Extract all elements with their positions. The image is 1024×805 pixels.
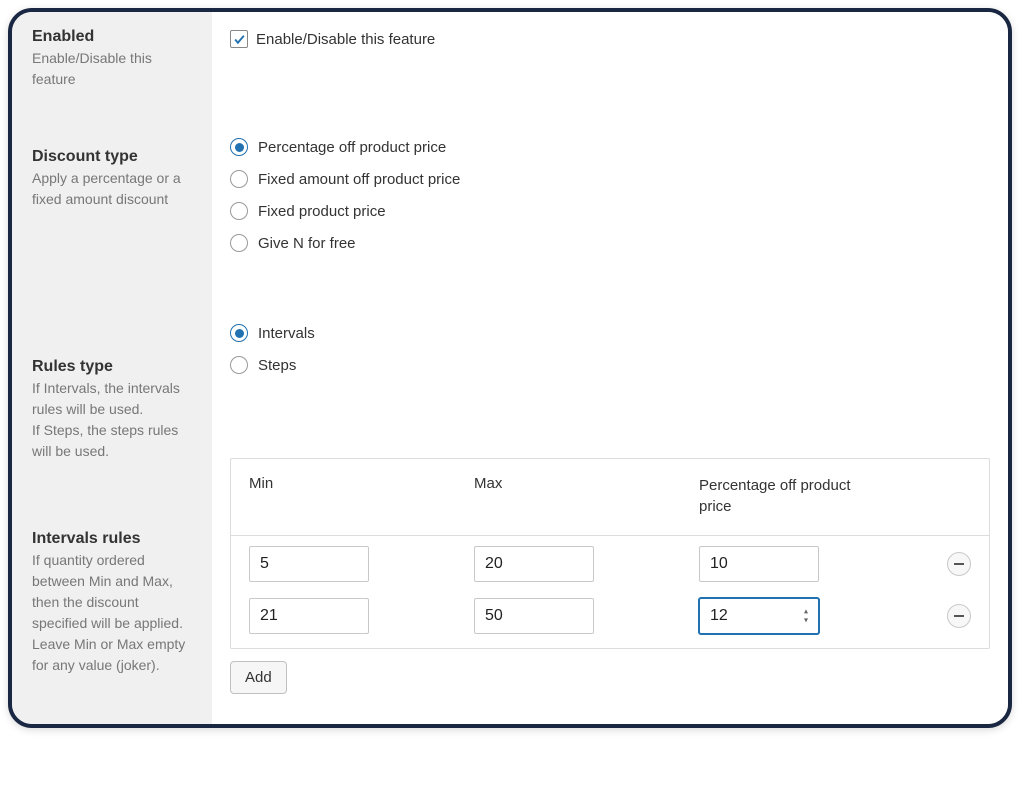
sidebar-section-rules: Rules type If Intervals, the intervals r…: [32, 358, 194, 506]
add-row-button[interactable]: Add: [230, 661, 287, 694]
enabled-row: Enable/Disable this feature: [230, 28, 990, 124]
discount-option-percentage[interactable]: Percentage off product price: [230, 138, 990, 156]
radio-label: Intervals: [258, 325, 315, 342]
table-row: [231, 536, 989, 592]
sidebar-title-enabled: Enabled: [32, 28, 194, 46]
sidebar-title-rules: Rules type: [32, 358, 194, 376]
sidebar-desc-rules: If Intervals, the intervals rules will b…: [32, 378, 194, 462]
sidebar-desc-enabled: Enable/Disable this feature: [32, 48, 194, 90]
radio-label: Steps: [258, 357, 296, 374]
max-input[interactable]: [474, 598, 594, 634]
discount-input[interactable]: [699, 546, 819, 582]
radio-label: Percentage off product price: [258, 139, 446, 156]
sidebar-section-discount: Discount type Apply a percentage or a fi…: [32, 148, 194, 334]
remove-row-button[interactable]: [947, 604, 971, 628]
number-spinner[interactable]: ▴ ▾: [801, 608, 813, 625]
stepper-down-icon[interactable]: ▾: [801, 617, 811, 625]
radio-icon: [230, 202, 248, 220]
radio-label: Give N for free: [258, 235, 356, 252]
stepper-up-icon[interactable]: ▴: [801, 608, 811, 616]
sidebar-section-intervals: Intervals rules If quantity ordered betw…: [32, 530, 194, 676]
header-actions: [931, 475, 971, 517]
enabled-checkbox[interactable]: [230, 30, 248, 48]
discount-option-fixed-amount[interactable]: Fixed amount off product price: [230, 170, 990, 188]
radio-icon: [230, 170, 248, 188]
discount-type-radio-group: Percentage off product price Fixed amoun…: [230, 138, 990, 252]
radio-icon: [230, 234, 248, 252]
minus-icon: [954, 563, 964, 565]
radio-icon: [230, 138, 248, 156]
remove-row-button[interactable]: [947, 552, 971, 576]
minus-icon: [954, 615, 964, 617]
intervals-table-header: Min Max Percentage off product price: [231, 459, 989, 536]
radio-label: Fixed amount off product price: [258, 171, 460, 188]
min-input[interactable]: [249, 546, 369, 582]
content-area: Enable/Disable this feature Percentage o…: [212, 12, 1008, 724]
sidebar-section-enabled: Enabled Enable/Disable this feature: [32, 28, 194, 124]
check-icon: [233, 33, 246, 46]
sidebar-title-discount: Discount type: [32, 148, 194, 166]
enabled-checkbox-label: Enable/Disable this feature: [256, 31, 435, 48]
discount-type-row: Percentage off product price Fixed amoun…: [230, 124, 990, 310]
header-min: Min: [249, 475, 474, 517]
radio-icon: [230, 324, 248, 342]
intervals-table: Min Max Percentage off product price: [230, 458, 990, 649]
table-row: ▴ ▾: [231, 592, 989, 648]
sidebar-title-intervals: Intervals rules: [32, 530, 194, 548]
header-discount: Percentage off product price: [699, 475, 931, 517]
discount-option-give-n-free[interactable]: Give N for free: [230, 234, 990, 252]
rules-type-radio-group: Intervals Steps: [230, 324, 990, 374]
sidebar-desc-discount: Apply a percentage or a fixed amount dis…: [32, 168, 194, 210]
header-max: Max: [474, 475, 699, 517]
min-input[interactable]: [249, 598, 369, 634]
rules-type-row: Intervals Steps: [230, 310, 990, 458]
enabled-checkbox-line[interactable]: Enable/Disable this feature: [230, 30, 990, 48]
rules-option-intervals[interactable]: Intervals: [230, 324, 990, 342]
intervals-rules-row: Min Max Percentage off product price: [230, 458, 990, 694]
settings-panel: Enabled Enable/Disable this feature Disc…: [8, 8, 1012, 728]
max-input[interactable]: [474, 546, 594, 582]
discount-option-fixed-price[interactable]: Fixed product price: [230, 202, 990, 220]
sidebar-desc-intervals: If quantity ordered between Min and Max,…: [32, 550, 194, 676]
radio-label: Fixed product price: [258, 203, 386, 220]
rules-option-steps[interactable]: Steps: [230, 356, 990, 374]
sidebar: Enabled Enable/Disable this feature Disc…: [12, 12, 212, 724]
radio-icon: [230, 356, 248, 374]
